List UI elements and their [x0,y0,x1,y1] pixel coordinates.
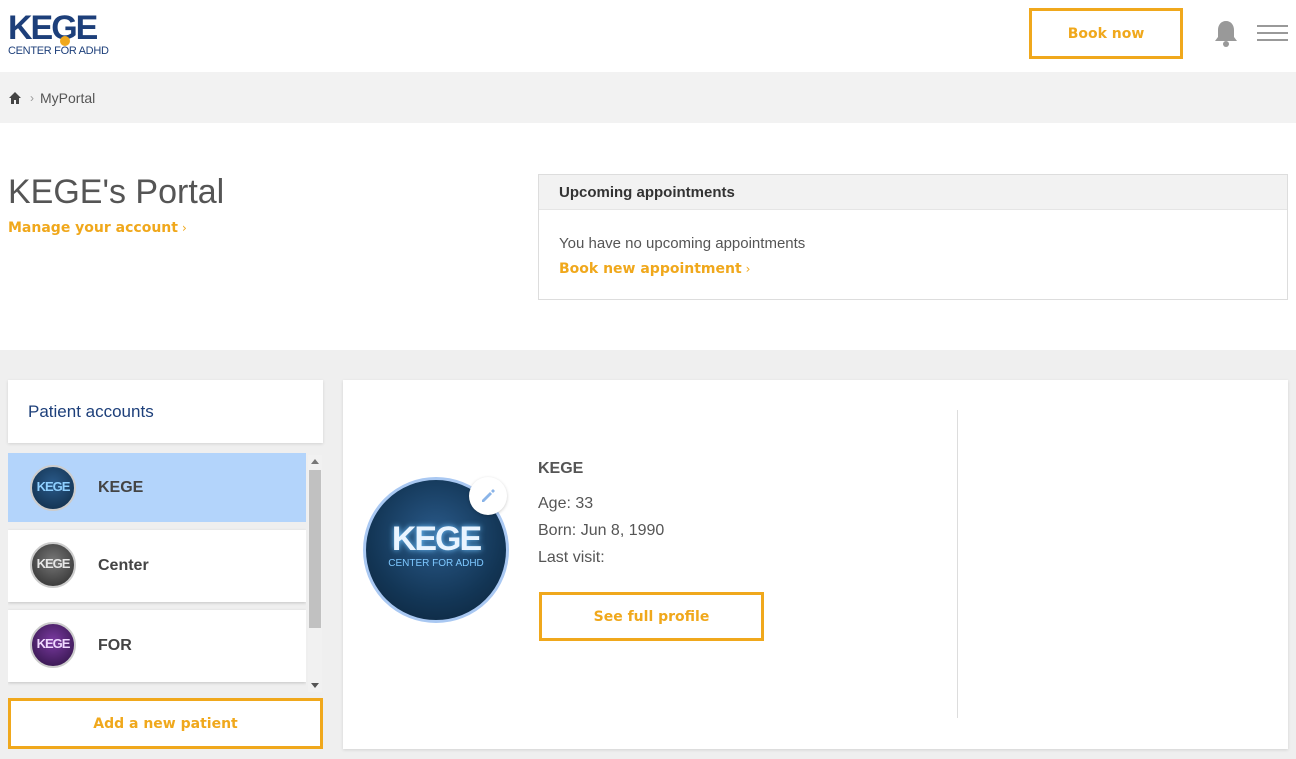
upcoming-appointments-card: Upcoming appointments You have no upcomi… [538,174,1288,300]
no-appointments-text: You have no upcoming appointments [559,235,806,252]
breadcrumb-separator: › [30,90,34,105]
patient-name: FOR [98,637,132,654]
edit-avatar-button[interactable] [469,477,507,515]
site-header: KEGE CENTER FOR ADHD Book now [0,0,1296,72]
vertical-divider [957,410,958,718]
scroll-thumb[interactable] [309,470,321,628]
logo-subtitle: CENTER FOR ADHD [8,45,109,57]
see-full-profile-button[interactable]: See full profile [539,592,764,641]
patient-avatar: KEGE [30,622,76,668]
patient-profile-card: KEGE CENTER FOR ADHD KEGE Age: 33 Born: … [343,380,1288,749]
profile-name: KEGE [538,460,584,477]
avatar-text: KEGE [36,636,71,651]
profile-avatar-text: KEGE [391,520,482,558]
scroll-down-icon[interactable] [311,683,319,688]
avatar-text: KEGE [36,556,71,571]
patient-item-center[interactable]: KEGE Center [8,530,306,602]
hamburger-menu-icon[interactable] [1257,25,1289,45]
profile-age: Age: 33 [538,495,594,512]
breadcrumb-current[interactable]: MyPortal [40,90,95,106]
patient-list: KEGE KEGE KEGE Center KEGE FOR [8,453,306,693]
chevron-right-icon: › [745,262,751,276]
breadcrumb: › MyPortal [0,72,1296,123]
book-new-appointment-label: Book new appointment [559,261,742,277]
avatar-text: KEGE [36,479,71,494]
appointments-heading: Upcoming appointments [539,175,1287,210]
patient-name: Center [98,557,149,574]
bell-icon[interactable] [1212,18,1240,48]
profile-last-visit: Last visit: [538,549,605,566]
patient-name: KEGE [98,478,144,496]
manage-account-link[interactable]: Manage your account › [8,220,187,236]
patient-list-scrollbar[interactable] [308,455,322,692]
patient-accounts-heading: Patient accounts [8,380,323,443]
profile-born: Born: Jun 8, 1990 [538,522,665,539]
patient-avatar: KEGE [30,465,76,511]
home-icon[interactable] [8,91,22,105]
kege-logo[interactable]: KEGE CENTER FOR ADHD [8,10,118,58]
logo-main-text: KEGE [8,9,98,47]
page-title: KEGE's Portal [8,173,225,211]
patient-item-kege[interactable]: KEGE KEGE [8,453,306,522]
patient-item-for[interactable]: KEGE FOR [8,610,306,682]
patient-avatar: KEGE [30,542,76,588]
book-now-button[interactable]: Book now [1029,8,1183,59]
manage-account-label: Manage your account [8,220,178,236]
profile-avatar-subtext: CENTER FOR ADHD [388,558,484,569]
add-new-patient-button[interactable]: Add a new patient [8,698,323,749]
scroll-up-icon[interactable] [311,459,319,464]
book-new-appointment-link[interactable]: Book new appointment › [559,261,750,277]
pencil-icon [482,489,495,502]
chevron-right-icon: › [181,221,187,235]
